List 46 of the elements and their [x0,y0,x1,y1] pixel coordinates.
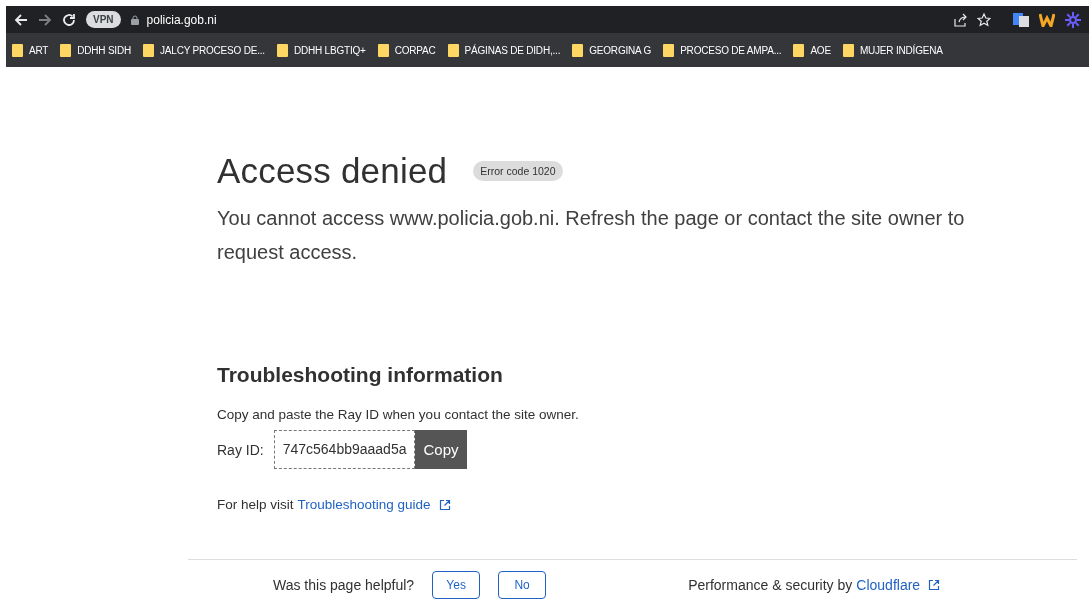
share-icon[interactable] [953,12,967,27]
folder-icon [143,43,154,57]
feedback-button[interactable]: Yes [432,571,481,599]
bookmark[interactable]: PÁGINAS DE DIDH,... [464,44,561,56]
section-heading: Troubleshooting information [217,363,504,387]
folder-icon [12,43,23,57]
page-title: Access denied [217,151,448,191]
bookmark[interactable]: DDHH LBGTIQ+ [293,44,366,56]
folder-icon [447,43,459,57]
folder-icon [793,43,805,57]
cloudflare-link[interactable]: Cloudflare [856,577,921,593]
forward-icon[interactable] [38,12,52,27]
external-link-icon [928,579,941,591]
external-link-icon [438,498,451,511]
folder-icon [842,43,854,57]
bookmark[interactable]: JALCY PROCESO DE... [160,44,265,56]
folder-icon [60,43,72,57]
feedback-button[interactable]: No [498,571,547,599]
bookmark[interactable]: AOE [810,44,831,56]
extension-icon[interactable] [1039,12,1055,27]
error-message: You cannot access www.policia.gob.ni. Refresh the page or contact the site owner to request access. [217,206,966,265]
back-icon[interactable] [14,12,28,27]
bookmark[interactable]: DDHH SIDH [77,44,131,56]
folder-icon [377,43,389,57]
reload-icon[interactable] [62,12,76,27]
feedback-question: Was this page helpful? [273,577,415,593]
instructions-text: Copy and paste the Ray ID when you contact the site owner. [217,407,580,422]
vpn-badge[interactable]: VPN [86,11,121,28]
folder-icon [276,43,288,57]
address-text[interactable]: policia.gob.ni [146,12,217,27]
help-text: For help visit [217,497,294,512]
lock-icon [130,14,139,25]
bookmark[interactable]: ART [29,44,49,56]
bookmark[interactable]: GEORGINA G [589,44,652,56]
troubleshooting-link[interactable]: Troubleshooting guide [297,497,431,512]
copy-button[interactable]: Copy [415,430,467,469]
bookmark[interactable]: CORPAC [394,44,436,56]
folder-icon [663,43,675,57]
star-icon[interactable] [977,12,991,27]
gear-icon[interactable] [1065,11,1081,28]
ray-id-label: Ray ID: [217,441,264,458]
error-code-badge: Error code 1020 [473,161,563,181]
credit-text: Performance & security by [688,577,853,593]
bookmark[interactable]: MUJER INDÍGENA [859,44,943,56]
folder-icon [572,43,584,57]
bookmark[interactable]: PROCESO DE AMPA... [680,44,782,56]
